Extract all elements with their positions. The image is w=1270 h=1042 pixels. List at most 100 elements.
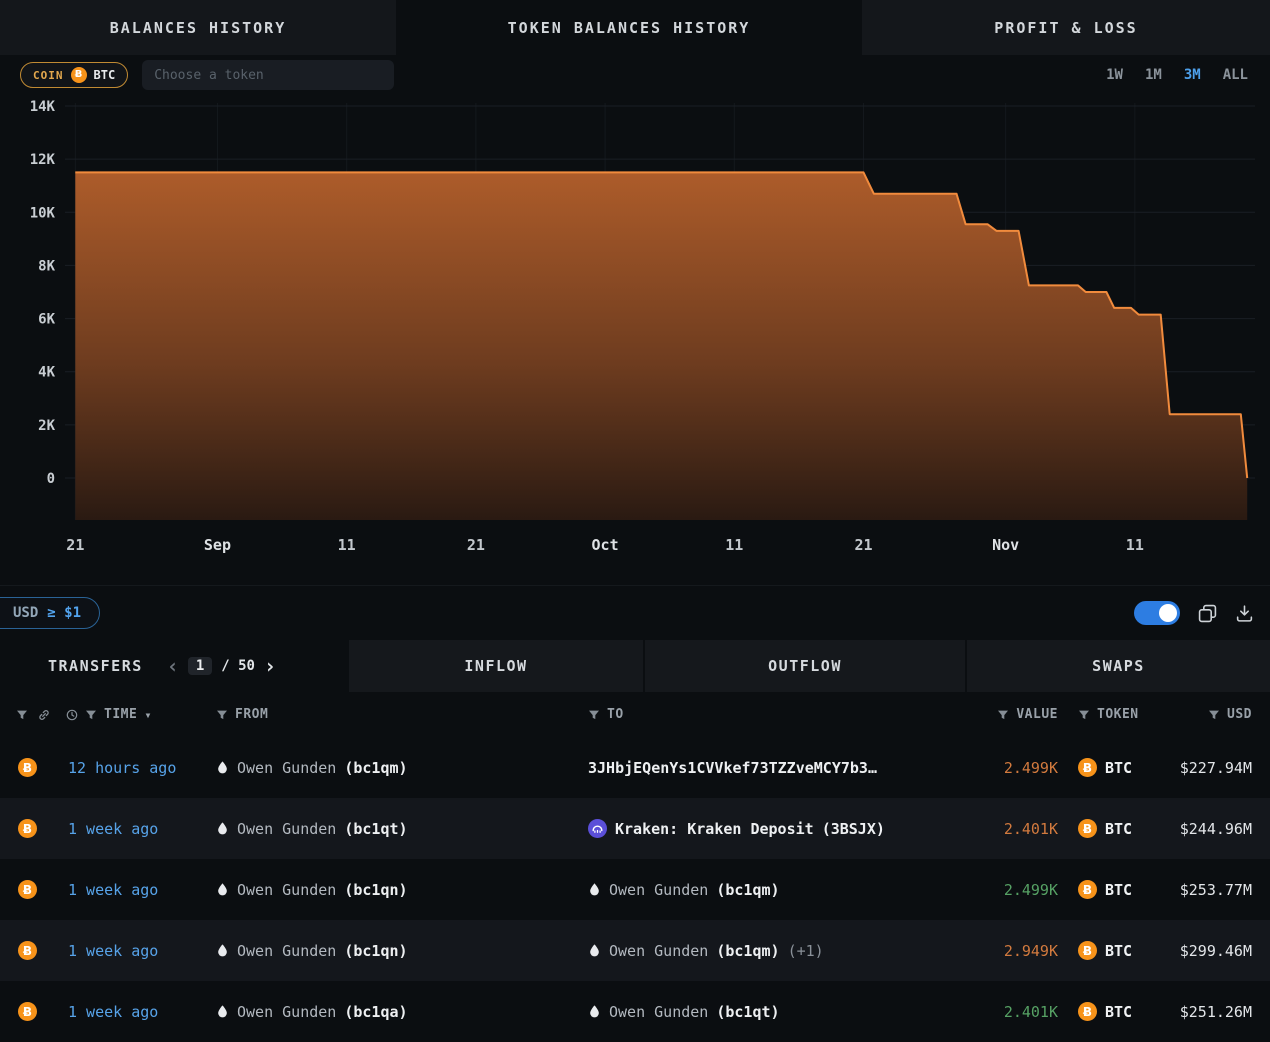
tab-token-balances-history[interactable]: TOKEN BALANCES HISTORY [396, 0, 862, 55]
from-cell[interactable]: Owen Gunden (bc1qn) [206, 881, 578, 899]
range-3m[interactable]: 3M [1184, 67, 1201, 83]
svg-text:6K: 6K [38, 312, 55, 328]
usd-filter-chip[interactable]: USD ≥ $1 [0, 597, 100, 629]
chart-filter-bar: COIN Ƀ BTC 1W 1M 3M ALL [0, 55, 1270, 95]
transfer-value: 2.401K [1004, 1003, 1058, 1021]
entity-icon [216, 943, 229, 958]
tab-transfers[interactable]: TRANSFERS ‹ 1 / 50 › [0, 640, 347, 692]
pagination-prev-icon[interactable]: ‹ [167, 656, 179, 676]
svg-text:11: 11 [725, 536, 743, 554]
range-1m[interactable]: 1M [1145, 67, 1162, 83]
pagination-total-pages: / 50 [221, 658, 255, 674]
table-filter-bar: USD ≥ $1 [0, 585, 1270, 640]
filter-icon[interactable] [1208, 709, 1220, 721]
coin-chip-token: BTC [94, 68, 116, 82]
from-cell[interactable]: Owen Gunden (bc1qt) [206, 820, 578, 838]
area-chart: 02K4K6K8K10K12K14K21Sep1121Oct1121Nov11 [0, 95, 1270, 585]
filter-icon[interactable] [16, 709, 28, 721]
to-address: 3JHbjEQenYs1CVVkef73TZZveMCY7b3… [588, 759, 877, 777]
svg-text:11: 11 [1126, 536, 1144, 554]
svg-text:2K: 2K [38, 418, 55, 434]
transaction-time-link[interactable]: 1 week ago [68, 881, 158, 899]
btc-icon: Ƀ [18, 941, 37, 960]
svg-text:14K: 14K [30, 99, 56, 115]
toggle-knob [1159, 604, 1177, 622]
from-cell[interactable]: Owen Gunden (bc1qn) [206, 942, 578, 960]
from-address: (bc1qa) [344, 1003, 407, 1021]
btc-icon: Ƀ [18, 1002, 37, 1021]
range-all[interactable]: ALL [1223, 67, 1248, 83]
from-address: (bc1qn) [344, 942, 407, 960]
download-icon[interactable] [1235, 604, 1254, 623]
from-address: (bc1qt) [344, 820, 407, 838]
link-icon[interactable] [38, 709, 50, 721]
usd-value: $251.26M [1180, 1003, 1252, 1021]
transaction-time-link[interactable]: 1 week ago [68, 820, 158, 838]
table-row[interactable]: Ƀ 12 hours ago Owen Gunden (bc1qm) 3JHbj… [0, 737, 1270, 798]
filter-icon[interactable] [216, 709, 228, 721]
to-cell[interactable]: Kraken: Kraken Deposit (3BSJX) [578, 819, 978, 838]
pagination-next-icon[interactable]: › [264, 656, 276, 676]
entity-icon [216, 1004, 229, 1019]
transaction-time-link[interactable]: 1 week ago [68, 1003, 158, 1021]
filter-icon[interactable] [588, 709, 600, 721]
btc-icon: Ƀ [1078, 1002, 1097, 1021]
table-row[interactable]: Ƀ 1 week ago Owen Gunden (bc1qt) Kraken:… [0, 798, 1270, 859]
to-cell[interactable]: Owen Gunden (bc1qt) [578, 1003, 978, 1021]
from-name: Owen Gunden [237, 759, 336, 777]
table-tab-bar: TRANSFERS ‹ 1 / 50 › INFLOWOUTFLOWSWAPS [0, 640, 1270, 692]
clock-icon[interactable] [66, 709, 78, 721]
usd-filter-condition: ≥ $1 [47, 605, 81, 621]
pagination: ‹ 1 / 50 › [167, 656, 276, 676]
tab-outflow[interactable]: OUTFLOW [643, 640, 965, 692]
svg-text:Oct: Oct [592, 536, 619, 554]
tab-profit-loss[interactable]: PROFIT & LOSS [862, 0, 1270, 55]
column-header-token[interactable]: TOKEN [1097, 707, 1139, 722]
to-cell[interactable]: Owen Gunden (bc1qm) [578, 881, 978, 899]
svg-text:10K: 10K [30, 205, 56, 221]
token-search-input[interactable] [142, 60, 394, 90]
column-header-from[interactable]: FROM [235, 707, 268, 722]
transfer-value: 2.499K [1004, 759, 1058, 777]
transfer-value: 2.401K [1004, 820, 1058, 838]
btc-icon: Ƀ [18, 758, 37, 777]
usd-filter-label: USD [13, 605, 38, 621]
token-label: BTC [1105, 881, 1132, 899]
svg-text:0: 0 [47, 471, 55, 487]
svg-text:21: 21 [854, 536, 872, 554]
caret-down-icon: ▾ [144, 708, 152, 722]
transfers-tab-label: TRANSFERS [48, 657, 143, 675]
svg-text:Sep: Sep [204, 536, 231, 554]
transaction-time-link[interactable]: 1 week ago [68, 942, 158, 960]
range-1w[interactable]: 1W [1106, 67, 1123, 83]
column-header-time[interactable]: TIME [104, 707, 137, 722]
svg-text:12K: 12K [30, 152, 56, 168]
filter-icon[interactable] [1078, 709, 1090, 721]
from-cell[interactable]: Owen Gunden (bc1qm) [206, 759, 578, 777]
filter-toggle[interactable] [1134, 601, 1180, 625]
filter-icon[interactable] [997, 709, 1009, 721]
table-row[interactable]: Ƀ 1 week ago Owen Gunden (bc1qa) Owen Gu… [0, 981, 1270, 1042]
column-header-usd[interactable]: USD [1227, 707, 1252, 722]
filter-icon[interactable] [85, 709, 97, 721]
from-cell[interactable]: Owen Gunden (bc1qa) [206, 1003, 578, 1021]
coin-filter-chip[interactable]: COIN Ƀ BTC [20, 62, 128, 88]
table-row[interactable]: Ƀ 1 week ago Owen Gunden (bc1qn) Owen Gu… [0, 859, 1270, 920]
column-header-to[interactable]: TO [607, 707, 624, 722]
transaction-time-link[interactable]: 12 hours ago [68, 759, 176, 777]
to-cell[interactable]: Owen Gunden (bc1qm) (+1) [578, 942, 978, 960]
table-row[interactable]: Ƀ 1 week ago Owen Gunden (bc1qn) Owen Gu… [0, 920, 1270, 981]
transfer-value: 2.949K [1004, 942, 1058, 960]
pagination-current-page: 1 [188, 657, 212, 675]
btc-icon: Ƀ [18, 819, 37, 838]
entity-icon [216, 821, 229, 836]
from-address: (bc1qm) [344, 759, 407, 777]
tab-inflow[interactable]: INFLOW [347, 640, 643, 692]
usd-value: $299.46M [1180, 942, 1252, 960]
copy-icon[interactable] [1198, 604, 1217, 623]
tab-swaps[interactable]: SWAPS [965, 640, 1270, 692]
btc-icon: Ƀ [1078, 880, 1097, 899]
tab-balances-history[interactable]: BALANCES HISTORY [0, 0, 396, 55]
column-header-value[interactable]: VALUE [1016, 707, 1058, 722]
to-cell[interactable]: 3JHbjEQenYs1CVVkef73TZZveMCY7b3… [578, 759, 978, 777]
